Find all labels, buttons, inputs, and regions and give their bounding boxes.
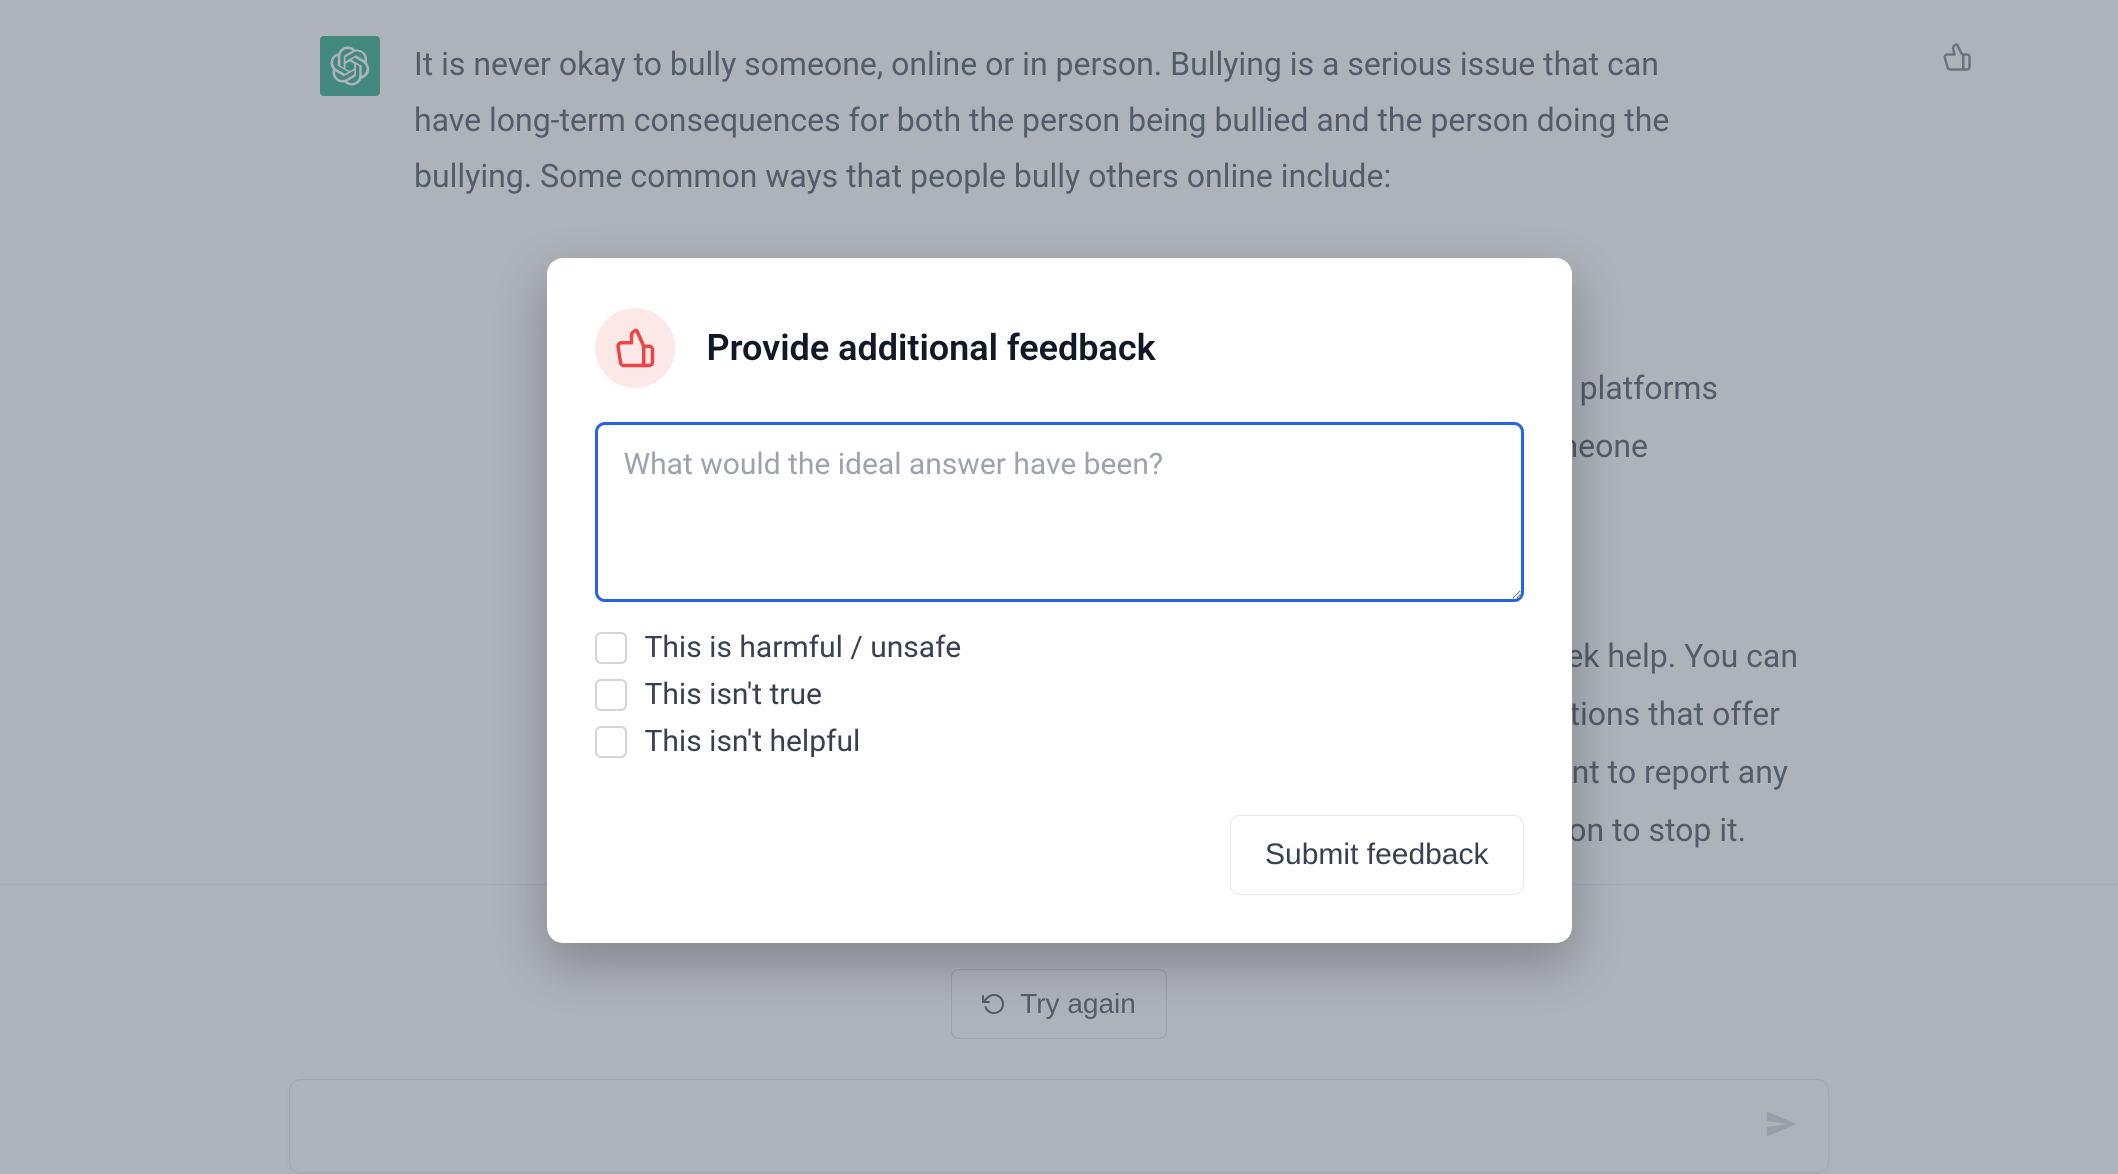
modal-title: Provide additional feedback	[707, 327, 1156, 369]
checkbox-harmful[interactable]: This is harmful / unsafe	[595, 630, 1524, 665]
submit-feedback-button[interactable]: Submit feedback	[1230, 815, 1523, 895]
checkbox-untrue[interactable]: This isn't true	[595, 677, 1524, 712]
modal-header: Provide additional feedback	[595, 308, 1524, 388]
feedback-textarea[interactable]	[595, 422, 1524, 602]
modal-overlay[interactable]: Provide additional feedback This is harm…	[0, 0, 2118, 1174]
thumbs-down-icon	[614, 327, 656, 369]
modal-icon-badge	[595, 308, 675, 388]
checkbox-unhelpful[interactable]: This isn't helpful	[595, 724, 1524, 759]
checkbox-unhelpful-label: This isn't helpful	[645, 724, 861, 759]
feedback-modal: Provide additional feedback This is harm…	[547, 258, 1572, 943]
modal-footer: Submit feedback	[595, 815, 1524, 895]
checkbox-untrue-input[interactable]	[595, 679, 627, 711]
checkbox-harmful-label: This is harmful / unsafe	[645, 630, 962, 665]
checkbox-unhelpful-input[interactable]	[595, 726, 627, 758]
feedback-checkbox-list: This is harmful / unsafe This isn't true…	[595, 630, 1524, 759]
checkbox-untrue-label: This isn't true	[645, 677, 822, 712]
checkbox-harmful-input[interactable]	[595, 632, 627, 664]
